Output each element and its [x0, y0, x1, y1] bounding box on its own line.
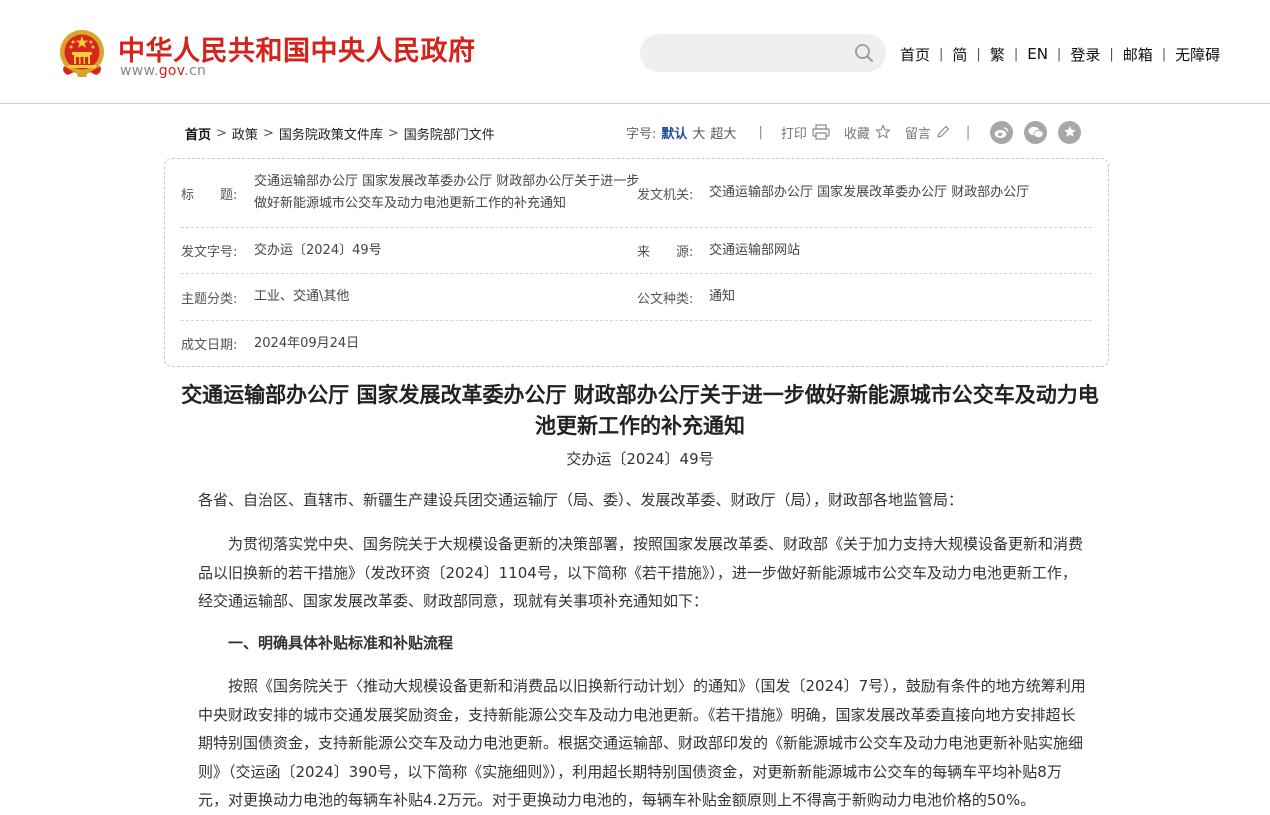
comment-label: 留言: [904, 126, 931, 142]
comment-button[interactable]: 留言: [905, 123, 950, 142]
font-size-label: 字号:: [626, 126, 657, 142]
document-info-box: 标 题: 交通运输部办公厅 国家发展改革委办公厅 财政部办公厅关于进一步做好新能…: [164, 158, 1109, 367]
search-box: [640, 34, 886, 72]
nav-accessibility[interactable]: 无障碍: [1175, 44, 1220, 65]
article-title: 交通运输部办公厅 国家发展改革委办公厅 财政部办公厅关于进一步做好新能源城市公交…: [181, 383, 1099, 438]
date-value: 2024年09月24日: [254, 335, 360, 351]
nav-english[interactable]: EN: [1027, 45, 1048, 63]
nav-separator: |: [976, 46, 981, 62]
issuer-value: 交通运输部办公厅 国家发展改革委办公厅 财政部办公厅: [709, 185, 1030, 200]
article-addressee: 各省、自治区、直辖市、新疆生产建设兵团交通运输厅（局、委）、发展改革委、财政厅（…: [198, 491, 964, 509]
article-toolbar: 字号: 默认 大 超大 | 打印 收藏 留言 |: [626, 120, 1092, 144]
source-value: 交通运输部网站: [709, 242, 801, 258]
doc-no-value: 交办运〔2024〕49号: [254, 242, 382, 258]
url-highlight: gov: [158, 63, 185, 79]
wechat-icon: [1028, 126, 1044, 138]
favorite-icon: [1063, 126, 1076, 137]
doc-type-value: 通知: [709, 289, 736, 304]
toolbar-divider: |: [758, 124, 763, 140]
weibo-icon: [994, 126, 1009, 138]
breadcrumb-separator: >: [262, 126, 274, 141]
section-heading-1: 一、明确具体补贴标准和补贴流程: [228, 634, 454, 652]
top-nav: 首页 | 简 | 繁 | EN | 登录 | 邮箱 | 无障碍: [900, 44, 1220, 64]
nav-simplified[interactable]: 简: [952, 44, 967, 65]
topic-value: 工业、交通\其他: [254, 289, 350, 304]
nav-home[interactable]: 首页: [900, 44, 930, 65]
nav-separator: |: [1013, 46, 1019, 62]
breadcrumb-home[interactable]: 首页: [185, 124, 211, 143]
meta-row-topic: 主题分类: 工业、交通\其他 公文种类: 通知: [181, 274, 1092, 321]
nav-separator: |: [939, 46, 944, 62]
print-label: 打印: [780, 126, 807, 142]
pencil-icon: [937, 125, 950, 138]
nav-separator: |: [1056, 46, 1062, 62]
meta-row-title: 标 题: 交通运输部办公厅 国家发展改革委办公厅 财政部办公厅关于进一步做好新能…: [181, 159, 1092, 228]
national-emblem-icon[interactable]: [58, 28, 106, 78]
title-label: 标 题:: [181, 187, 238, 203]
date-label: 成文日期:: [181, 338, 238, 353]
meta-row-docno: 发文字号: 交办运〔2024〕49号 来 源: 交通运输部网站: [181, 228, 1092, 274]
favorite-share-button[interactable]: [1058, 120, 1082, 144]
source-label: 来 源:: [637, 245, 694, 260]
breadcrumb-separator: >: [216, 126, 227, 141]
print-icon: [812, 124, 830, 140]
star-icon: [875, 124, 891, 139]
print-button[interactable]: 打印: [781, 123, 830, 142]
article-doc-number: 交办运〔2024〕49号: [566, 450, 714, 468]
wechat-share-button[interactable]: [1024, 120, 1048, 144]
nav-traditional[interactable]: 繁: [990, 44, 1005, 65]
section-1-paragraph: 按照《国务院关于〈推动大规模设备更新和消费品以旧换新行动计划〉的通知》（国发〔2…: [198, 677, 1086, 809]
issuer-label: 发文机关:: [637, 187, 694, 203]
favorite-label: 收藏: [843, 126, 870, 142]
breadcrumb-policy-library[interactable]: 国务院政策文件库: [279, 124, 383, 143]
nav-mail[interactable]: 邮箱: [1123, 44, 1153, 65]
font-size-large[interactable]: 大: [692, 123, 705, 142]
breadcrumb-policy[interactable]: 政策: [232, 124, 258, 143]
doc-no-label: 发文字号:: [181, 245, 238, 260]
article-intro-paragraph: 为贯彻落实党中央、国务院关于大规模设备更新的决策部署，按照国家发展改革委、财政部…: [198, 535, 1084, 610]
topic-label: 主题分类:: [181, 291, 238, 307]
doc-type-label: 公文种类:: [637, 291, 694, 307]
toolbar-divider: |: [965, 124, 971, 140]
title-value: 交通运输部办公厅 国家发展改革委办公厅 财政部办公厅关于进一步做好新能源城市公交…: [254, 174, 640, 211]
font-size-xlarge[interactable]: 超大: [710, 123, 736, 142]
search-icon[interactable]: [854, 43, 874, 63]
weibo-share-button[interactable]: [990, 120, 1014, 144]
breadcrumb: 首页 > 政策 > 国务院政策文件库 > 国务院部门文件: [185, 124, 495, 143]
url-suffix: .cn: [184, 63, 207, 79]
breadcrumb-department-docs[interactable]: 国务院部门文件: [404, 124, 495, 143]
nav-separator: |: [1109, 46, 1114, 62]
favorite-button[interactable]: 收藏: [844, 123, 891, 142]
meta-row-date: 成文日期: 2024年09月24日: [181, 321, 1092, 366]
breadcrumb-separator: >: [387, 126, 399, 141]
site-header: 中华人民共和国中央人民政府 www.gov.cn 首页 | 简 | 繁 | EN…: [0, 0, 1270, 104]
site-url: www.gov.cn: [120, 63, 206, 79]
search-input[interactable]: [656, 43, 846, 63]
url-prefix: www.: [120, 63, 159, 79]
nav-separator: |: [1161, 46, 1167, 62]
font-size-default[interactable]: 默认: [661, 123, 687, 142]
nav-login[interactable]: 登录: [1070, 44, 1100, 65]
